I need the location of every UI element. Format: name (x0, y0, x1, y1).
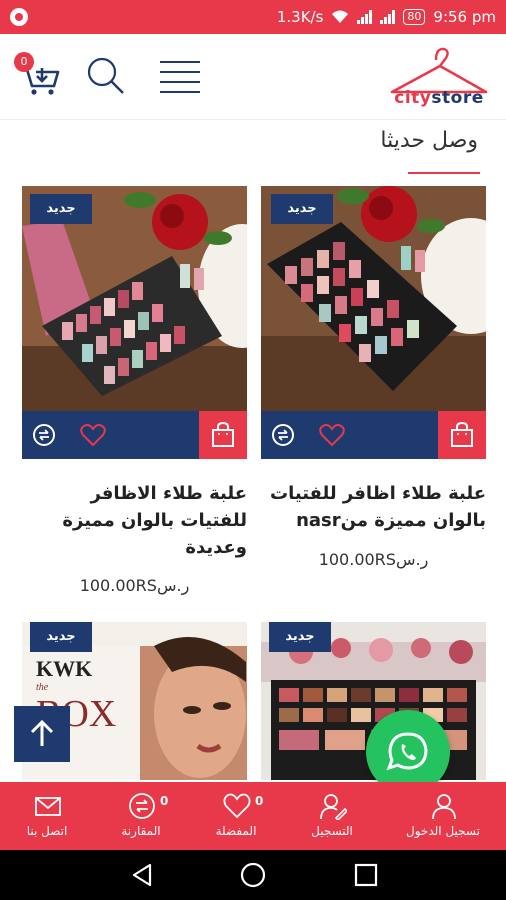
add-to-cart-button[interactable] (438, 411, 486, 459)
product-card[interactable]: جديد علبة طلاء الاظافر للفتيات بالوان مم… (22, 186, 247, 595)
search-button[interactable] (84, 54, 128, 98)
bottom-navigation: تسجيل الدخول التسجيل 0 المفضلة 0 المقارن… (0, 782, 506, 850)
new-badge: جديد (30, 194, 92, 224)
user-icon (432, 794, 456, 820)
section-title: وصل حديثا (380, 128, 478, 153)
product-actions (22, 411, 247, 459)
compare-icon (33, 424, 55, 446)
new-badge: جديد (269, 622, 331, 652)
shopping-bag-icon (212, 422, 234, 447)
cart-count-badge: 0 (14, 52, 34, 72)
user-edit-icon (320, 794, 347, 820)
compare-button[interactable] (32, 423, 56, 447)
heart-icon (80, 424, 106, 447)
heart-icon (223, 793, 251, 819)
cart-button[interactable]: 0 (14, 52, 62, 100)
app-header: 0 citystore (0, 34, 506, 120)
nav-login-label: تسجيل الدخول (406, 824, 480, 838)
product-name[interactable]: علبة طلاء الاظافر للفتيات بالوان مميزة و… (22, 480, 247, 561)
logo-city: city (394, 88, 432, 108)
the-text: the (36, 682, 49, 693)
wishlist-button[interactable] (319, 423, 345, 447)
new-badge: جديد (271, 194, 333, 224)
add-to-cart-button[interactable] (199, 411, 247, 459)
system-navigation-bar (0, 850, 506, 900)
mail-icon (35, 797, 61, 816)
home-icon[interactable] (239, 861, 267, 889)
signal-icon-2 (380, 10, 396, 24)
nav-favorites-label: المفضلة (215, 824, 257, 838)
battery-indicator: 80 (403, 9, 426, 25)
menu-button[interactable] (156, 56, 202, 96)
search-icon (87, 57, 124, 94)
status-right: 1.3K/s 80 9:56 pm (277, 8, 496, 26)
logo-wordmark: citystore (384, 88, 494, 108)
shopping-bag-icon (451, 422, 473, 447)
wishlist-button[interactable] (80, 423, 106, 447)
heart-icon (319, 424, 345, 447)
arrow-up-icon (30, 719, 54, 746)
product-price: 100.00RSر.س (318, 550, 429, 569)
nav-contact[interactable]: اتصل بنا (2, 782, 92, 850)
nav-contact-label: اتصل بنا (26, 824, 68, 838)
section-underline (408, 172, 480, 174)
product-image[interactable]: جديد (22, 186, 247, 411)
product-image[interactable]: جديد (261, 186, 486, 411)
citystore-logo[interactable]: citystore (384, 44, 494, 110)
compare-icon (272, 424, 294, 446)
network-speed: 1.3K/s (276, 8, 324, 26)
recents-icon[interactable] (352, 861, 380, 889)
signal-icon (357, 10, 373, 24)
compare-count: 0 (160, 794, 169, 808)
wifi-icon (332, 10, 349, 23)
hamburger-icon (160, 61, 200, 93)
app-notification-icon (10, 8, 28, 26)
status-bar: 1.3K/s 80 9:56 pm (0, 0, 506, 34)
favorites-count: 0 (255, 794, 264, 808)
logo-store: store (431, 88, 484, 108)
new-badge: جديد (30, 622, 92, 652)
product-actions (261, 411, 486, 459)
compare-button[interactable] (271, 423, 295, 447)
nav-favorites[interactable]: 0 المفضلة (191, 782, 281, 850)
product-name[interactable]: علبة طلاء اظافر للفتيات بالوان مميزة منn… (261, 480, 486, 534)
nav-login[interactable]: تسجيل الدخول (398, 782, 488, 850)
clock: 9:56 pm (433, 8, 496, 26)
nav-compare-label: المقارنة (121, 824, 161, 838)
scroll-to-top-button[interactable] (14, 706, 70, 762)
kwk-brand-text: KWK (36, 656, 92, 681)
product-price: 100.00RSر.س (79, 576, 190, 595)
back-icon[interactable] (128, 861, 156, 889)
product-card[interactable]: جديد علبة طلاء اظافر للفتيات بالوان مميز… (261, 186, 486, 569)
compare-icon (129, 793, 155, 819)
nav-register-label: التسجيل (311, 824, 353, 838)
nav-compare[interactable]: 0 المقارنة (96, 782, 186, 850)
nav-register[interactable]: التسجيل (287, 782, 377, 850)
